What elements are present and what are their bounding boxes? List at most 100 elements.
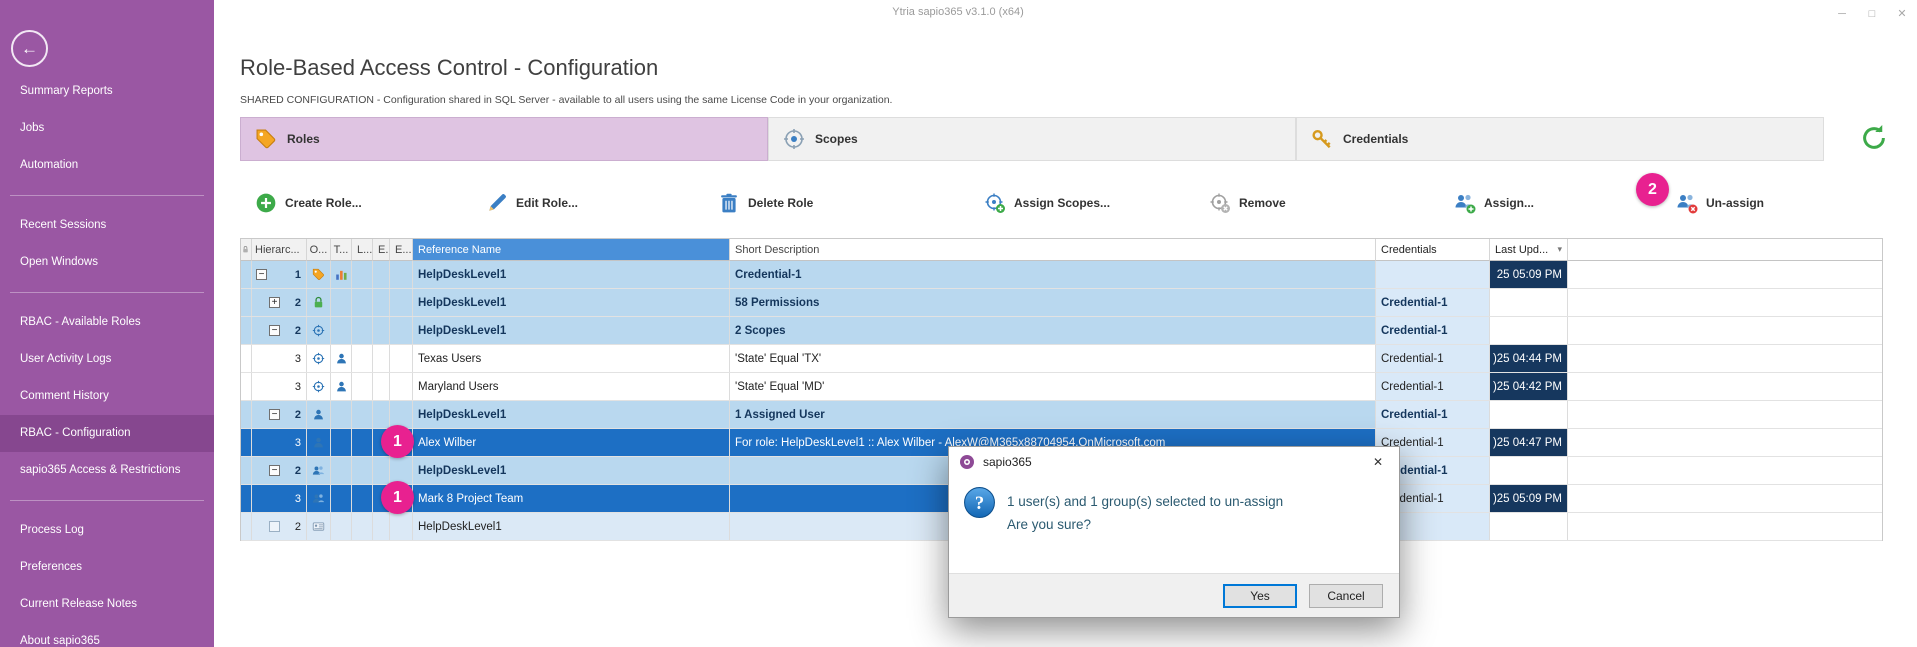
- row-hierarchy-cell[interactable]: 3: [252, 429, 307, 456]
- row-credentials[interactable]: Credential-1: [1376, 289, 1490, 316]
- assign-button[interactable]: Assign...: [1454, 183, 1534, 223]
- sidebar-item-about-sapio365[interactable]: About sapio365: [0, 623, 214, 647]
- col-header-credentials[interactable]: Credentials: [1376, 239, 1490, 261]
- row-reference-name[interactable]: HelpDeskLevel1: [413, 401, 730, 428]
- col-header-e1[interactable]: E...: [373, 239, 390, 261]
- row-last-updated[interactable]: 25 05:09 PM: [1490, 261, 1568, 288]
- row-reference-name[interactable]: Mark 8 Project Team: [413, 485, 730, 512]
- row-expander[interactable]: −: [269, 409, 280, 420]
- sidebar-item-sapio365-access-restrictions[interactable]: sapio365 Access & Restrictions: [0, 452, 214, 489]
- edit-role-button[interactable]: Edit Role...: [486, 183, 578, 223]
- row-expander[interactable]: +: [269, 297, 280, 308]
- sidebar-item-open-windows[interactable]: Open Windows: [0, 244, 214, 281]
- sidebar-item-user-activity-logs[interactable]: User Activity Logs: [0, 341, 214, 378]
- row-short-description[interactable]: 'State' Equal 'MD': [730, 373, 1376, 400]
- row-credentials[interactable]: Credential-1: [1376, 401, 1490, 428]
- unassign-button[interactable]: Un-assign: [1676, 183, 1764, 223]
- row-last-updated[interactable]: [1490, 513, 1568, 540]
- table-row-3[interactable]: −2 HelpDeskLevel12 ScopesCredential-1: [241, 317, 1882, 345]
- close-button[interactable]: ✕: [1887, 0, 1917, 27]
- cancel-button[interactable]: Cancel: [1309, 584, 1383, 608]
- back-button[interactable]: ←: [11, 30, 48, 67]
- col-header-reference-name[interactable]: Reference Name: [413, 239, 730, 261]
- col-header-l[interactable]: L...: [352, 239, 373, 261]
- row-last-updated[interactable]: )25 04:47 PM: [1490, 429, 1568, 456]
- col-header-o[interactable]: O...: [307, 239, 331, 261]
- row-reference-name[interactable]: HelpDeskLevel1: [413, 289, 730, 316]
- refresh-button[interactable]: [1859, 123, 1891, 155]
- row-credentials[interactable]: [1376, 261, 1490, 288]
- row-short-description[interactable]: 2 Scopes: [730, 317, 1376, 344]
- row-last-updated[interactable]: )25 04:44 PM: [1490, 345, 1568, 372]
- sidebar-item-comment-history[interactable]: Comment History: [0, 378, 214, 415]
- row-short-description[interactable]: 58 Permissions: [730, 289, 1376, 316]
- row-expander[interactable]: −: [256, 269, 267, 280]
- row-short-description[interactable]: Credential-1: [730, 261, 1376, 288]
- row-lock-cell: [241, 317, 252, 344]
- row-last-updated[interactable]: [1490, 457, 1568, 484]
- row-hierarchy-cell[interactable]: −2: [252, 317, 307, 344]
- row-expander[interactable]: −: [269, 465, 280, 476]
- col-header-last-updated[interactable]: Last Upd... ▾: [1490, 239, 1568, 261]
- sidebar-item-rbac-configuration[interactable]: RBAC - Configuration: [0, 415, 214, 452]
- sidebar-item-process-log[interactable]: Process Log: [0, 512, 214, 549]
- row-last-updated[interactable]: [1490, 289, 1568, 316]
- minimize-button[interactable]: ─: [1827, 0, 1857, 27]
- dialog-close-button[interactable]: ✕: [1357, 447, 1399, 477]
- col-header-t[interactable]: T...: [331, 239, 352, 261]
- user-icon: [335, 380, 348, 393]
- row-credentials[interactable]: Credential-1: [1376, 345, 1490, 372]
- row-hierarchy-cell[interactable]: −2: [252, 401, 307, 428]
- remove-button[interactable]: Remove: [1209, 183, 1286, 223]
- row-hierarchy-cell[interactable]: 3: [252, 485, 307, 512]
- yes-button[interactable]: Yes: [1223, 584, 1297, 608]
- row-checkbox[interactable]: [269, 521, 280, 532]
- tab-roles[interactable]: Roles: [240, 117, 768, 161]
- col-header-hierarchy[interactable]: Hierarc...: [252, 239, 307, 261]
- sidebar-item-jobs[interactable]: Jobs: [0, 110, 214, 147]
- row-expander[interactable]: −: [269, 325, 280, 336]
- lock-column-header[interactable]: [241, 239, 252, 261]
- row-reference-name[interactable]: HelpDeskLevel1: [413, 261, 730, 288]
- row-reference-name[interactable]: Texas Users: [413, 345, 730, 372]
- table-row-4[interactable]: 3 Texas Users'State' Equal 'TX'Credential…: [241, 345, 1882, 373]
- tab-credentials[interactable]: Credentials: [1296, 117, 1824, 161]
- row-hierarchy-cell[interactable]: −2: [252, 457, 307, 484]
- row-hierarchy-cell[interactable]: 3: [252, 345, 307, 372]
- table-row-1[interactable]: −1 HelpDeskLevel1Credential-1 25 05:09 PM: [241, 261, 1882, 289]
- row-short-description[interactable]: 'State' Equal 'TX': [730, 345, 1376, 372]
- sidebar-item-recent-sessions[interactable]: Recent Sessions: [0, 207, 214, 244]
- row-reference-name[interactable]: HelpDeskLevel1: [413, 457, 730, 484]
- sidebar-item-current-release-notes[interactable]: Current Release Notes: [0, 586, 214, 623]
- row-last-updated[interactable]: [1490, 317, 1568, 344]
- sidebar-item-summary-reports[interactable]: Summary Reports: [0, 73, 214, 110]
- maximize-button[interactable]: □: [1857, 0, 1887, 27]
- sidebar-item-rbac-available-roles[interactable]: RBAC - Available Roles: [0, 304, 214, 341]
- row-reference-name[interactable]: HelpDeskLevel1: [413, 513, 730, 540]
- row-credentials[interactable]: Credential-1: [1376, 317, 1490, 344]
- row-hierarchy-cell[interactable]: −1: [252, 261, 307, 288]
- row-reference-name[interactable]: Alex Wilber: [413, 429, 730, 456]
- col-header-short-description[interactable]: Short Description: [730, 239, 1376, 261]
- row-reference-name[interactable]: Maryland Users: [413, 373, 730, 400]
- row-hierarchy-cell[interactable]: 2: [252, 513, 307, 540]
- table-row-5[interactable]: 3 Maryland Users'State' Equal 'MD'Credent…: [241, 373, 1882, 401]
- sidebar-item-preferences[interactable]: Preferences: [0, 549, 214, 586]
- row-last-updated[interactable]: )25 05:09 PM: [1490, 485, 1568, 512]
- assign-scopes-button[interactable]: Assign Scopes...: [984, 183, 1110, 223]
- row-filler: [1568, 261, 1882, 288]
- sidebar-item-automation[interactable]: Automation: [0, 147, 214, 184]
- col-header-e2[interactable]: E...: [390, 239, 413, 261]
- table-row-6[interactable]: −2 HelpDeskLevel11 Assigned UserCredentia…: [241, 401, 1882, 429]
- row-reference-name[interactable]: HelpDeskLevel1: [413, 317, 730, 344]
- row-hierarchy-cell[interactable]: +2: [252, 289, 307, 316]
- row-hierarchy-cell[interactable]: 3: [252, 373, 307, 400]
- create-role-button[interactable]: Create Role...: [255, 183, 362, 223]
- tab-scopes[interactable]: Scopes: [768, 117, 1296, 161]
- delete-role-button[interactable]: Delete Role: [718, 183, 813, 223]
- row-credentials[interactable]: Credential-1: [1376, 373, 1490, 400]
- row-last-updated[interactable]: )25 04:42 PM: [1490, 373, 1568, 400]
- table-row-2[interactable]: +2 HelpDeskLevel158 PermissionsCredential…: [241, 289, 1882, 317]
- row-short-description[interactable]: 1 Assigned User: [730, 401, 1376, 428]
- row-last-updated[interactable]: [1490, 401, 1568, 428]
